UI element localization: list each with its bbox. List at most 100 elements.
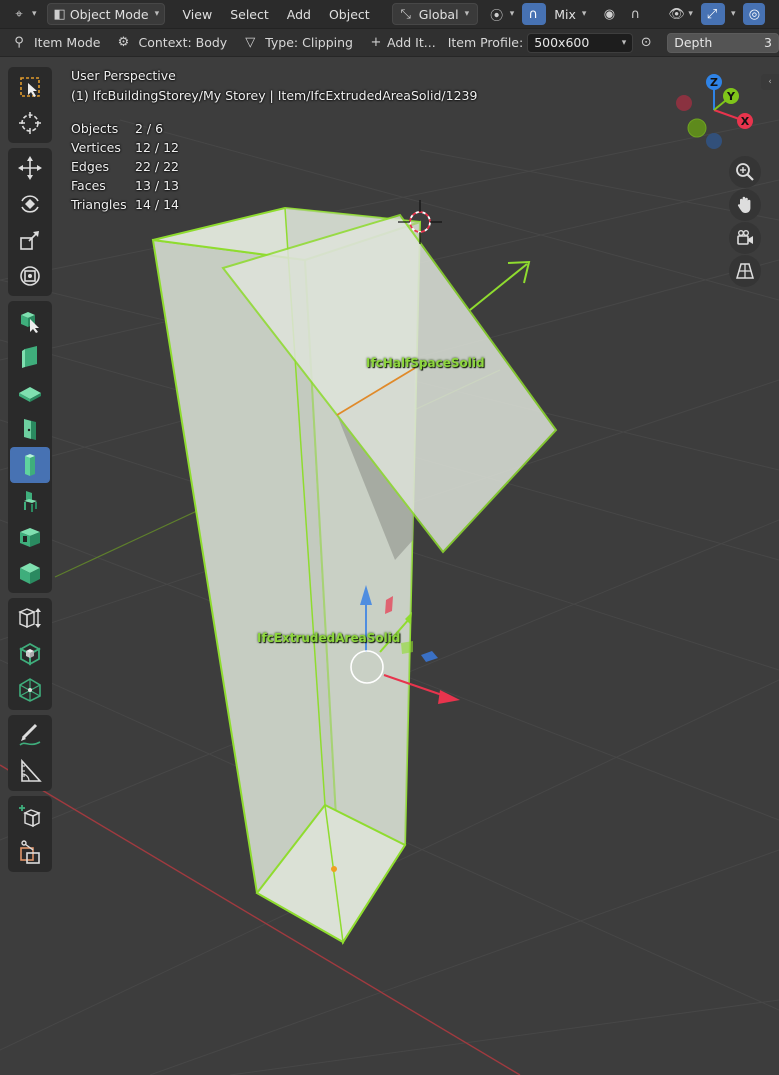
proportional-edit-icon: ◉ <box>603 6 616 22</box>
tool-group-add <box>8 796 52 872</box>
depth-field[interactable]: Depth 3 <box>667 32 779 53</box>
snap-target-label: Mix <box>554 6 576 22</box>
proportional-edit-toggle[interactable]: ◉ <box>596 3 622 25</box>
orientation-dropdown[interactable]: ⤡ Global ▾ <box>391 3 478 25</box>
door-icon <box>24 419 36 440</box>
tool-group-select <box>8 67 52 143</box>
transform-tool[interactable] <box>10 258 50 294</box>
snap-target-dropdown[interactable]: Mix ▾ <box>548 3 592 25</box>
cut-tool[interactable] <box>10 834 50 870</box>
add-item-button[interactable]: + Add It... <box>363 32 442 54</box>
mode-label: Object Mode <box>69 6 149 22</box>
chevron-down-icon: ▾ <box>464 9 470 19</box>
menu-object[interactable]: Object <box>323 3 376 25</box>
pan-button[interactable] <box>729 189 761 221</box>
tool-header: ⚲ Item Mode ⚙ Context: Body ▽ Type: Clip… <box>0 29 779 57</box>
snap-toggle[interactable]: ∩ <box>522 3 547 25</box>
space-tool[interactable] <box>10 600 50 636</box>
move-tool[interactable] <box>10 150 50 186</box>
camera-icon <box>737 230 753 245</box>
stat-label: Faces <box>71 178 106 193</box>
gizmo-toggle[interactable]: ⤢ <box>700 3 725 25</box>
hand-icon <box>737 196 751 213</box>
rotate-tool[interactable] <box>10 186 50 222</box>
cursor-icon <box>19 112 41 134</box>
menu-select[interactable]: Select <box>224 3 275 25</box>
wall-tool[interactable] <box>10 339 50 375</box>
opening-icon <box>20 528 40 547</box>
eye-icon: 👁 <box>668 6 685 22</box>
add-cube-tool[interactable] <box>10 798 50 834</box>
chevron-down-icon: ▾ <box>509 9 515 19</box>
type-button[interactable]: ▽ Type: Clipping <box>237 32 359 54</box>
select-box-tool[interactable] <box>10 69 50 105</box>
select-box-icon <box>20 77 40 97</box>
chevron-down-icon: ▾ <box>688 9 693 19</box>
annotate-tool[interactable] <box>10 717 50 753</box>
navigation-gizmo[interactable]: Z Y X <box>676 74 753 149</box>
menu-view[interactable]: View <box>177 3 219 25</box>
explore-icon <box>21 312 39 333</box>
add-cube-icon <box>19 805 41 828</box>
stat-row: Objects 2 / 6 <box>71 119 179 138</box>
gizmo-dropdown[interactable]: ▾ <box>725 3 742 25</box>
statistics-panel: Objects 2 / 6 Vertices 12 / 12 Edges 22 … <box>71 119 179 214</box>
gizmo-z-label: Z <box>710 76 718 89</box>
scale-tool[interactable] <box>10 222 50 258</box>
stat-label: Triangles <box>71 197 127 212</box>
structural-icon <box>19 678 41 702</box>
opening-tool[interactable] <box>10 519 50 555</box>
structural-tool[interactable] <box>10 672 50 708</box>
overlay-toggle[interactable]: ◎ <box>743 3 766 25</box>
stat-value: 22 / 22 <box>135 159 179 174</box>
furniture-tool[interactable] <box>10 483 50 519</box>
column-icon <box>25 454 35 476</box>
depth-value: 3 <box>764 35 772 50</box>
stat-row: Vertices 12 / 12 <box>71 138 179 157</box>
origin-dot <box>331 866 337 872</box>
transform-icon <box>20 266 40 286</box>
orientation-label: Global <box>418 6 459 22</box>
pencil-icon <box>19 723 41 746</box>
overlay-icon: ◎ <box>748 6 761 22</box>
item-profile-dropdown[interactable]: 500x600 ▾ <box>527 32 634 53</box>
space-icon <box>18 608 41 629</box>
sidebar-toggle-button[interactable]: ‹ <box>761 74 779 90</box>
falloff-dropdown[interactable]: ∩ <box>622 3 648 25</box>
stat-value: 12 / 12 <box>135 140 179 155</box>
type-label: Type: Clipping <box>265 35 353 50</box>
menu-add[interactable]: Add <box>281 3 317 25</box>
element-tool[interactable] <box>10 555 50 591</box>
profile-picker-button[interactable]: ⊙ <box>635 32 657 54</box>
item-mode-icon: ⚲ <box>14 35 24 50</box>
furniture-icon <box>24 491 37 512</box>
editor-type-button[interactable]: ⌖ ▾ <box>6 3 43 25</box>
covering-tool[interactable] <box>10 636 50 672</box>
item-mode-button[interactable]: ⚲ Item Mode <box>6 32 107 54</box>
pivot-dropdown[interactable]: ⦿ ▾ <box>484 3 521 25</box>
cursor-tool[interactable] <box>10 105 50 141</box>
chevron-down-icon: ▾ <box>581 9 587 19</box>
camera-view-button[interactable] <box>729 222 761 254</box>
zoom-button[interactable] <box>729 156 761 188</box>
slab-tool[interactable] <box>10 375 50 411</box>
zoom-icon <box>736 163 754 181</box>
perspective-label: User Perspective <box>71 68 176 83</box>
mode-dropdown[interactable]: ◧ Object Mode ▾ <box>46 3 165 25</box>
item-profile-value: 500x600 <box>534 35 590 50</box>
wall-icon <box>22 346 37 368</box>
explore-tool[interactable] <box>10 303 50 339</box>
context-button[interactable]: ⚙ Context: Body <box>111 32 234 54</box>
measure-tool[interactable] <box>10 753 50 789</box>
rotate-icon <box>21 195 39 213</box>
door-tool[interactable] <box>10 411 50 447</box>
visibility-dropdown[interactable]: 👁 ▾ <box>662 3 699 25</box>
ortho-toggle-button[interactable] <box>729 255 761 287</box>
half-space-solid-label: IfcHalfSpaceSolid <box>366 356 485 370</box>
column-tool[interactable] <box>10 447 50 483</box>
tool-group-annotate <box>8 715 52 791</box>
pivot-icon: ⦿ <box>490 8 504 24</box>
add-item-label: Add It... <box>387 35 436 50</box>
falloff-curve-icon: ∩ <box>630 6 641 22</box>
object-mode-icon: ◧ <box>53 6 66 22</box>
